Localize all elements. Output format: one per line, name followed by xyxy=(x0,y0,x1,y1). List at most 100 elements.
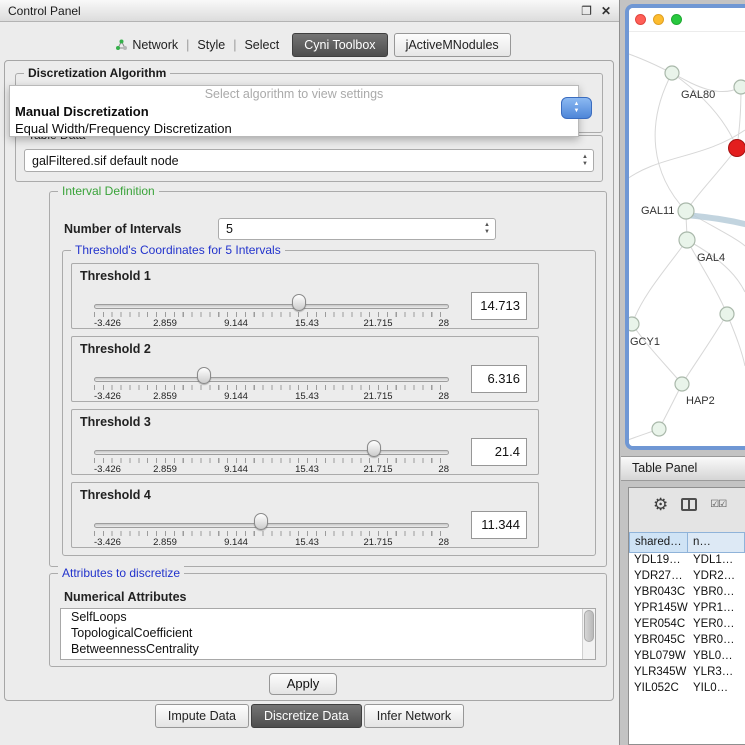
table-row[interactable]: YLR345WYLR3… xyxy=(629,665,745,681)
threshold-3-slider[interactable]: -3.426 2.859 9.144 15.43 21.715 28 xyxy=(94,438,449,472)
algorithm-combo-stepper[interactable]: ▲ ▼ xyxy=(561,97,592,119)
tab-jactivemnodules[interactable]: jActiveMNodules xyxy=(394,33,511,57)
gear-icon[interactable]: ⚙ xyxy=(653,496,668,513)
cell[interactable]: YPR1… xyxy=(688,601,745,617)
axis-tick-label: 28 xyxy=(438,537,449,548)
cell[interactable]: YDR2… xyxy=(688,569,745,585)
slider-axis-labels: -3.426 2.859 9.144 15.43 21.715 28 xyxy=(94,318,449,330)
dropdown-item-manual-discretization[interactable]: Manual Discretization xyxy=(10,103,578,120)
list-item[interactable]: SelfLoops xyxy=(61,609,595,625)
table-header-row: shared… n… xyxy=(629,532,745,553)
tab-infer-network[interactable]: Infer Network xyxy=(364,704,464,728)
number-of-intervals-combobox[interactable]: 5 ▲▼ xyxy=(218,218,496,240)
list-scrollbar[interactable] xyxy=(582,609,595,659)
slider-thumb[interactable] xyxy=(292,294,306,311)
cell[interactable]: YER054C xyxy=(629,617,688,633)
threshold-2-slider[interactable]: -3.426 2.859 9.144 15.43 21.715 28 xyxy=(94,365,449,399)
group-title: Interval Definition xyxy=(58,184,159,198)
highlighted-node[interactable] xyxy=(729,140,745,157)
axis-tick-label: 2.859 xyxy=(153,464,177,475)
table-row[interactable]: YBR045CYBR0… xyxy=(629,633,745,649)
axis-tick-label: 21.715 xyxy=(363,464,392,475)
table-row[interactable]: YPR145WYPR1… xyxy=(629,601,745,617)
table-row[interactable]: YDR27…YDR2… xyxy=(629,569,745,585)
cell[interactable]: YBR0… xyxy=(688,585,745,601)
tab-cyni-toolbox[interactable]: Cyni Toolbox xyxy=(292,33,387,57)
slider-track xyxy=(94,523,449,528)
cell[interactable]: YLR3… xyxy=(688,665,745,681)
close-window-icon[interactable]: ✕ xyxy=(601,5,611,17)
table-row[interactable]: YBR043CYBR0… xyxy=(629,585,745,601)
table-row[interactable]: YDL19…YDL1… xyxy=(629,553,745,569)
cell[interactable]: YDR27… xyxy=(629,569,688,585)
axis-tick-label: -3.426 xyxy=(94,464,121,475)
tab-network[interactable]: Network xyxy=(108,35,185,55)
table-body[interactable]: YDL19…YDL1… YDR27…YDR2… YBR043CYBR0… YPR… xyxy=(629,553,745,744)
dropdown-prompt-item[interactable]: Select algorithm to view settings xyxy=(10,86,578,103)
threshold-3-value-field[interactable]: 21.4 xyxy=(471,438,527,466)
table-data-combobox[interactable]: galFiltered.sif default node ▲▼ xyxy=(24,149,594,172)
zoom-traffic-light-icon[interactable] xyxy=(671,14,682,25)
cell[interactable]: YBR0… xyxy=(688,633,745,649)
table-row[interactable]: YBL079WYBL0… xyxy=(629,649,745,665)
cell[interactable]: YBR045C xyxy=(629,633,688,649)
stepper-down-icon: ▼ xyxy=(574,108,580,115)
cell[interactable]: YBL079W xyxy=(629,649,688,665)
slider-thumb[interactable] xyxy=(254,513,268,530)
axis-tick-label: 9.144 xyxy=(224,537,248,548)
tab-impute-data[interactable]: Impute Data xyxy=(155,704,249,728)
cell[interactable]: YBR043C xyxy=(629,585,688,601)
cell[interactable]: YLR345W xyxy=(629,665,688,681)
cell[interactable]: YER0… xyxy=(688,617,745,633)
close-traffic-light-icon[interactable] xyxy=(635,14,646,25)
numerical-attributes-list[interactable]: SelfLoops TopologicalCoefficient Between… xyxy=(60,608,596,660)
interval-definition-group: Interval Definition Number of Intervals … xyxy=(49,191,607,567)
top-tab-bar: Network | Style | Select Cyni Toolbox jA… xyxy=(0,33,619,57)
threshold-3-panel: Threshold 3 -3.426 2.859 9.144 15.43 21.… xyxy=(71,409,539,475)
axis-tick-label: 9.144 xyxy=(224,464,248,475)
list-item[interactable]: TopologicalCoefficient xyxy=(61,625,595,641)
float-window-icon[interactable]: ❐ xyxy=(581,5,592,17)
threshold-4-slider[interactable]: -3.426 2.859 9.144 15.43 21.715 28 xyxy=(94,511,449,545)
axis-tick-label: 15.43 xyxy=(295,318,319,329)
cell[interactable]: YPR145W xyxy=(629,601,688,617)
threshold-4-value-field[interactable]: 11.344 xyxy=(471,511,527,539)
cell[interactable]: YDL19… xyxy=(629,553,688,569)
scrollbar-thumb[interactable] xyxy=(584,610,594,642)
minimize-traffic-light-icon[interactable] xyxy=(653,14,664,25)
select-columns-icon[interactable]: ☑☑ xyxy=(710,499,726,510)
axis-tick-label: 9.144 xyxy=(224,318,248,329)
dropdown-item-equal-width[interactable]: Equal Width/Frequency Discretization xyxy=(10,120,578,137)
table-row[interactable]: YIL052CYIL0… xyxy=(629,681,745,697)
combo-stepper-icon: ▲▼ xyxy=(577,154,593,168)
column-header-shared[interactable]: shared… xyxy=(629,532,688,553)
list-item[interactable]: BetweennessCentrality xyxy=(61,641,595,657)
column-header-name[interactable]: n… xyxy=(688,532,745,553)
tab-select[interactable]: Select xyxy=(237,35,286,55)
apply-button[interactable]: Apply xyxy=(269,673,337,695)
threshold-1-value-field[interactable]: 14.713 xyxy=(471,292,527,320)
slider-track xyxy=(94,304,449,309)
slider-thumb[interactable] xyxy=(197,367,211,384)
cell[interactable]: YBL0… xyxy=(688,649,745,665)
node-label-gal80: GAL80 xyxy=(681,89,715,101)
slider-thumb[interactable] xyxy=(367,440,381,457)
threshold-2-value-field[interactable]: 6.316 xyxy=(471,365,527,393)
axis-tick-label: 21.715 xyxy=(363,318,392,329)
network-canvas[interactable]: GAL80 GAL11 GAL4 GCY1 HAP2 xyxy=(629,32,745,446)
cell[interactable]: YDL1… xyxy=(688,553,745,569)
column-settings-icon[interactable] xyxy=(681,498,697,511)
table-row[interactable]: YER054CYER0… xyxy=(629,617,745,633)
cell[interactable]: YIL0… xyxy=(688,681,745,697)
tab-discretize-data[interactable]: Discretize Data xyxy=(251,704,362,728)
cell[interactable]: YIL052C xyxy=(629,681,688,697)
slider-ticks xyxy=(94,531,449,536)
thresholds-coordinates-group: Threshold's Coordinates for 5 Intervals … xyxy=(62,250,596,556)
network-graph: GAL80 GAL11 GAL4 GCY1 HAP2 xyxy=(629,32,745,446)
slider-track xyxy=(94,377,449,382)
node-label-gcy1: GCY1 xyxy=(630,336,660,348)
node-label-hap2: HAP2 xyxy=(686,395,715,407)
threshold-1-slider[interactable]: -3.426 2.859 9.144 15.43 21.715 28 xyxy=(94,292,449,326)
axis-tick-label: 15.43 xyxy=(295,391,319,402)
tab-style[interactable]: Style xyxy=(190,35,232,55)
